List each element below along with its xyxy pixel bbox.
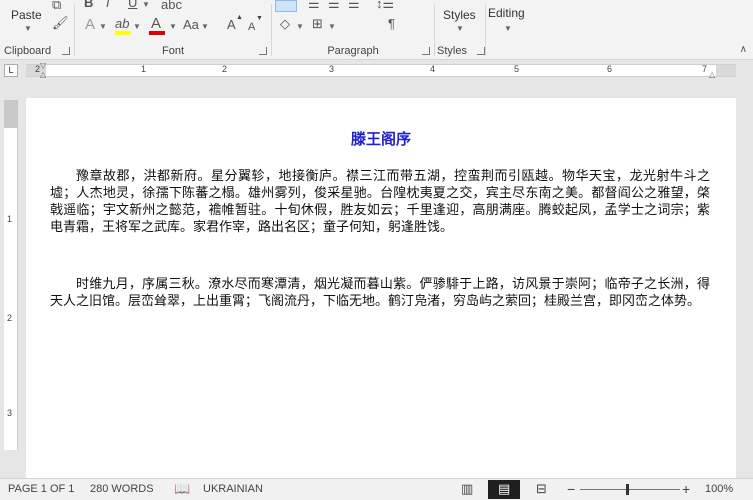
ruler-number: 3 bbox=[329, 64, 335, 74]
show-formatting-button[interactable]: ¶ bbox=[388, 17, 395, 31]
vertical-ruler-top-margin bbox=[4, 100, 18, 128]
text-effects-dropdown-icon[interactable]: ▼ bbox=[99, 22, 107, 31]
zoom-slider-track[interactable] bbox=[580, 489, 680, 490]
print-layout-button[interactable]: ▤ bbox=[488, 480, 520, 499]
font-group: B I U ▼ abc A ▼ ab ▼ A ▼ Aa ▼ A ▲ A ▼ Fo… bbox=[75, 0, 271, 60]
text-effects-button[interactable]: A bbox=[85, 17, 95, 32]
align-left-button[interactable] bbox=[275, 0, 297, 12]
document-page[interactable]: 滕王阁序 豫章故郡，洪都新府。星分翼轸，地接衡庐。襟三江而带五湖，控蛮荆而引瓯越… bbox=[26, 98, 736, 478]
ruler-number: 6 bbox=[607, 64, 613, 74]
paragraph-group: ☰ ☰ ☰ ↕☰ ◇ ▼ ⊞ ▼ ¶ Paragraph bbox=[272, 0, 434, 60]
zoom-slider-knob[interactable] bbox=[626, 484, 629, 495]
font-color-button[interactable]: A bbox=[151, 16, 161, 31]
align-right-icon[interactable]: ☰ bbox=[328, 0, 340, 11]
underline-button[interactable]: U bbox=[128, 0, 137, 10]
horizontal-ruler[interactable]: 2 ▽ △ 1 2 3 4 5 6 7 △ bbox=[26, 61, 736, 79]
shading-dropdown-icon[interactable]: ▼ bbox=[296, 22, 304, 31]
editing-button[interactable]: Editing bbox=[488, 6, 525, 20]
paste-dropdown-icon[interactable]: ▼ bbox=[24, 24, 32, 33]
document-title: 滕王阁序 bbox=[350, 130, 411, 148]
font-dialog-launcher-icon[interactable] bbox=[259, 47, 267, 55]
shrink-font-button[interactable]: A bbox=[248, 20, 255, 34]
status-bar: PAGE 1 OF 1 280 WORDS 📖 UKRAINIAN ▥ ▤ ⊟ … bbox=[0, 478, 753, 500]
first-line-indent-icon[interactable]: ▽ bbox=[40, 61, 46, 70]
web-layout-button[interactable]: ⊟ bbox=[526, 480, 558, 499]
grow-font-button[interactable]: A bbox=[227, 18, 236, 32]
format-painter-icon[interactable]: 🖌 bbox=[52, 16, 69, 30]
ruler-right-margin bbox=[716, 65, 736, 76]
hanging-indent-icon[interactable]: △ bbox=[40, 70, 46, 79]
italic-button[interactable]: I bbox=[106, 0, 110, 10]
shading-icon[interactable]: ◇ bbox=[280, 17, 290, 31]
font-group-label: Font bbox=[161, 45, 184, 57]
horizontal-ruler-row: L 2 ▽ △ 1 2 3 4 5 6 7 △ bbox=[0, 61, 753, 80]
styles-button[interactable]: Styles bbox=[443, 8, 476, 22]
styles-dropdown-icon[interactable]: ▼ bbox=[456, 24, 464, 33]
borders-dropdown-icon[interactable]: ▼ bbox=[328, 22, 336, 31]
web-layout-icon: ⊟ bbox=[536, 481, 547, 496]
justify-icon[interactable]: ☰ bbox=[348, 0, 360, 11]
styles-dialog-launcher-icon[interactable] bbox=[477, 47, 485, 55]
vertical-ruler[interactable]: 1 2 3 bbox=[4, 100, 18, 450]
strikethrough-icon[interactable]: abc bbox=[161, 0, 182, 12]
ruler-number: 1 bbox=[141, 64, 147, 74]
page-count[interactable]: PAGE 1 OF 1 bbox=[8, 483, 74, 495]
change-case-button[interactable]: Aa bbox=[183, 18, 199, 32]
zoom-level[interactable]: 100% bbox=[705, 483, 733, 495]
proofing-icon[interactable]: 📖 bbox=[174, 481, 190, 497]
line-spacing-icon[interactable]: ↕☰ bbox=[376, 0, 394, 11]
paragraph-1: 豫章故郡，洪都新府。星分翼轸，地接衡庐。襟三江而带五湖，控蛮荆而引瓯越。物华天宝… bbox=[50, 169, 710, 235]
clipboard-dialog-launcher-icon[interactable] bbox=[62, 47, 70, 55]
bold-button[interactable]: B bbox=[84, 0, 93, 10]
paste-button[interactable]: Paste bbox=[11, 8, 42, 22]
shrink-arrow-icon: ▼ bbox=[256, 15, 263, 22]
highlight-button[interactable]: ab bbox=[115, 17, 129, 31]
zoom-in-button[interactable]: + bbox=[682, 481, 690, 497]
grow-arrow-icon: ▲ bbox=[236, 14, 243, 21]
font-color-dropdown-icon[interactable]: ▼ bbox=[169, 22, 177, 31]
font-color-swatch bbox=[149, 31, 165, 35]
vertical-scrollbar[interactable] bbox=[739, 80, 753, 478]
print-layout-icon: ▤ bbox=[498, 481, 511, 496]
zoom-out-button[interactable]: − bbox=[567, 481, 575, 497]
read-mode-icon: ▥ bbox=[461, 481, 474, 496]
ruler-number: 5 bbox=[514, 64, 520, 74]
clipboard-group: Paste ▼ ⧉ 🖌 Clipboard bbox=[0, 0, 74, 60]
underline-dropdown-icon[interactable]: ▼ bbox=[142, 0, 150, 9]
ruler-number: 2 bbox=[222, 64, 228, 74]
styles-group: Styles ▼ Styles bbox=[435, 0, 485, 60]
paragraph-dialog-launcher-icon[interactable] bbox=[422, 47, 430, 55]
vertical-ruler-number: 1 bbox=[7, 214, 13, 224]
language[interactable]: UKRAINIAN bbox=[203, 483, 263, 495]
ribbon: Paste ▼ ⧉ 🖌 Clipboard B I U ▼ abc A ▼ ab… bbox=[0, 0, 753, 60]
word-count[interactable]: 280 WORDS bbox=[90, 483, 154, 495]
read-mode-button[interactable]: ▥ bbox=[452, 480, 484, 499]
highlight-color-swatch bbox=[115, 31, 131, 35]
editing-dropdown-icon[interactable]: ▼ bbox=[504, 24, 512, 33]
copy-icon[interactable]: ⧉ bbox=[52, 0, 61, 12]
collapse-ribbon-icon[interactable]: ∧ bbox=[740, 44, 747, 55]
highlight-dropdown-icon[interactable]: ▼ bbox=[133, 22, 141, 31]
paragraph-2: 时维九月，序属三秋。潦水尽而寒潭清，烟光凝而暮山紫。俨骖騑于上路，访风景于崇阿；… bbox=[50, 277, 710, 309]
borders-icon[interactable]: ⊞ bbox=[312, 17, 323, 31]
right-indent-icon[interactable]: △ bbox=[709, 70, 715, 79]
change-case-dropdown-icon[interactable]: ▼ bbox=[201, 22, 209, 31]
document-area: 滕王阁序 豫章故郡，洪都新府。星分翼轸，地接衡庐。襟三江而带五湖，控蛮荆而引瓯越… bbox=[20, 80, 753, 478]
tab-selector[interactable]: L bbox=[4, 64, 18, 77]
paragraph-group-label: Paragraph bbox=[327, 45, 379, 57]
editing-group: Editing ▼ bbox=[486, 0, 534, 60]
vertical-ruler-number: 2 bbox=[7, 313, 13, 323]
align-center-icon[interactable]: ☰ bbox=[308, 0, 320, 11]
ruler-number: 4 bbox=[430, 64, 436, 74]
ruler-number: 7 bbox=[702, 64, 708, 74]
vertical-ruler-number: 3 bbox=[7, 408, 13, 418]
